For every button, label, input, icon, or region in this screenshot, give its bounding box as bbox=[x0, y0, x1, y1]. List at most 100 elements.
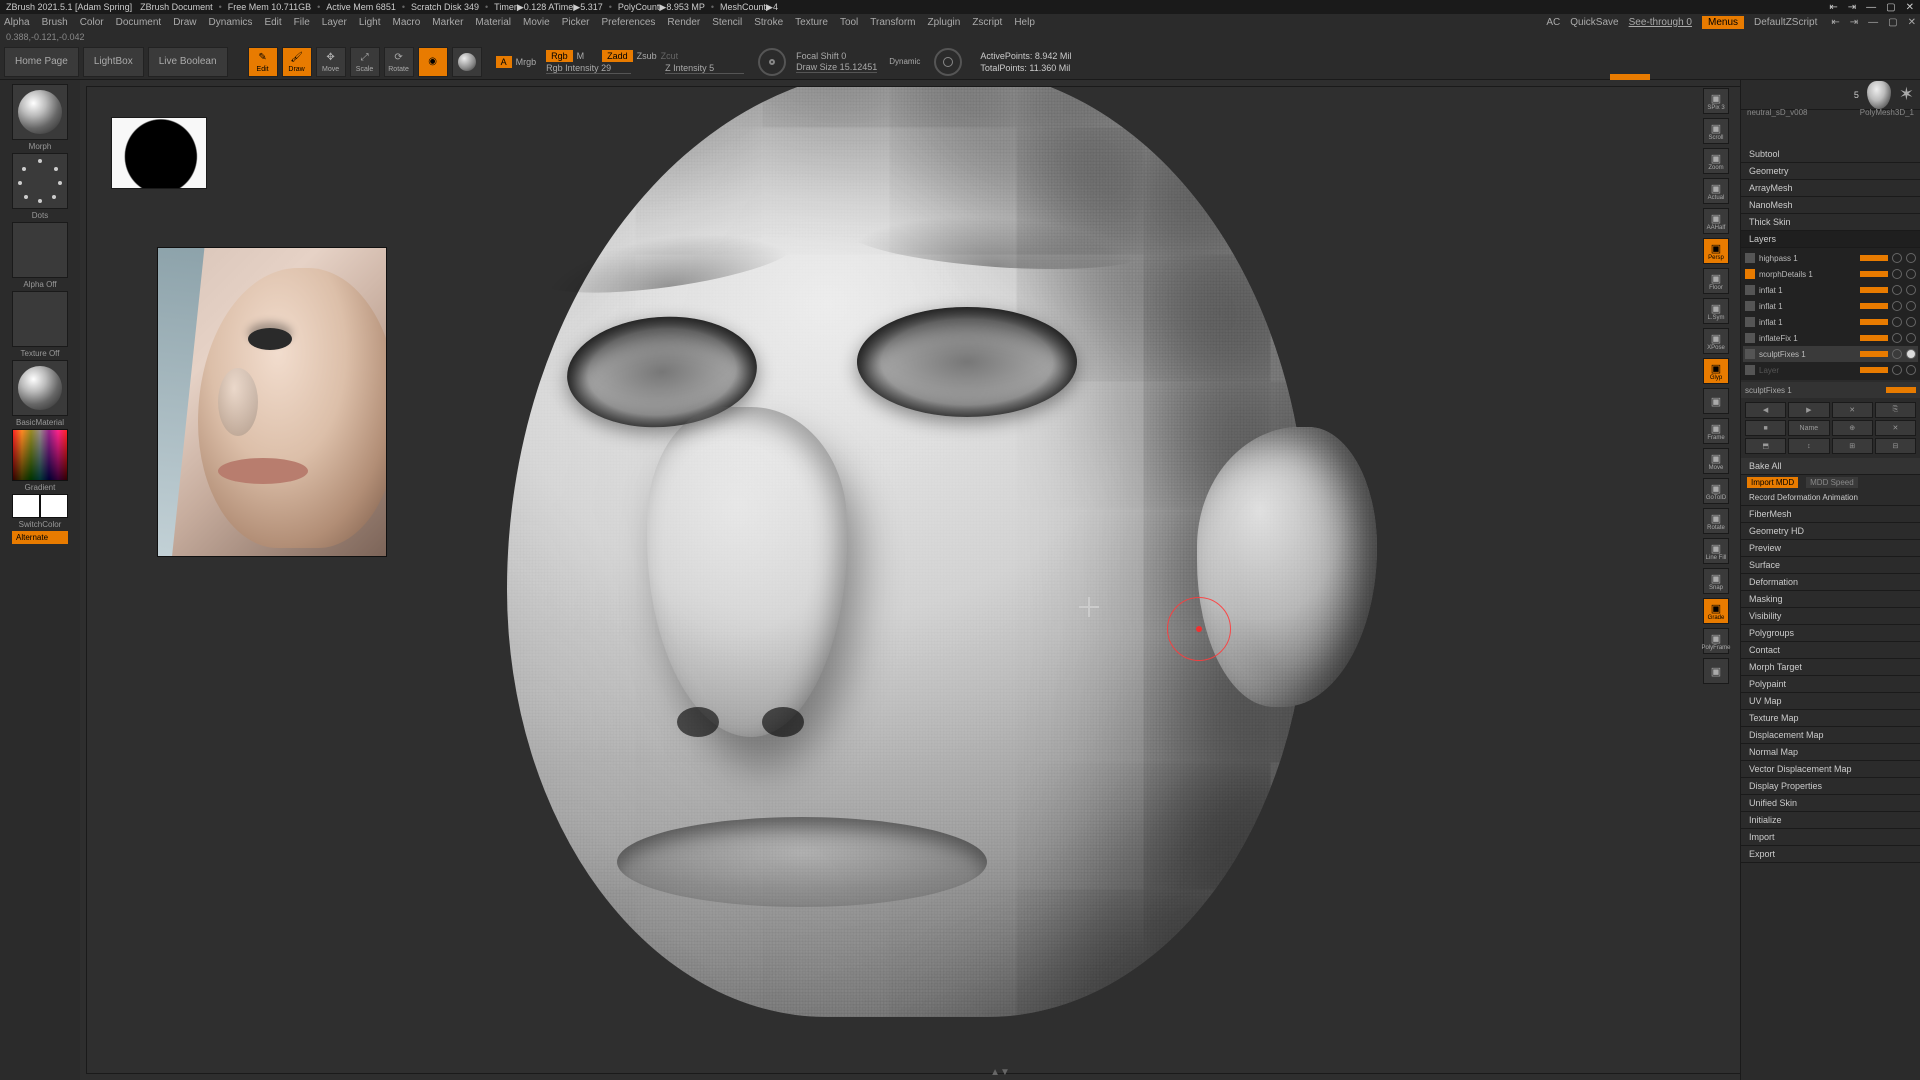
sculptris-button[interactable] bbox=[452, 47, 482, 77]
expand-bottom-icon[interactable]: ▲▼ bbox=[990, 1067, 1010, 1078]
star-icon[interactable]: ✶ bbox=[1899, 84, 1914, 105]
dock-left-icon[interactable]: ⇤ bbox=[1831, 17, 1839, 28]
draw-mode-button[interactable]: 🖌Draw bbox=[282, 47, 312, 77]
brush-slot[interactable] bbox=[12, 84, 68, 140]
tool-name-1[interactable]: neutral_sD_v008 bbox=[1747, 108, 1807, 117]
import-mdd-button[interactable]: Import MDD bbox=[1747, 477, 1798, 488]
dock-floor[interactable]: ▣Floor bbox=[1703, 268, 1729, 294]
layer-tool-button[interactable]: ⊕ bbox=[1832, 420, 1873, 436]
menu-stroke[interactable]: Stroke bbox=[754, 17, 783, 28]
viewport[interactable] bbox=[86, 86, 1914, 1074]
section-vector-displacement-map[interactable]: Vector Displacement Map bbox=[1741, 761, 1920, 778]
maximize-icon[interactable]: ▢ bbox=[1886, 2, 1895, 13]
section-normal-map[interactable]: Normal Map bbox=[1741, 744, 1920, 761]
dynamic-toggle[interactable]: Dynamic bbox=[889, 57, 920, 66]
menu-draw[interactable]: Draw bbox=[173, 17, 196, 28]
eye-icon[interactable] bbox=[1892, 269, 1902, 279]
record-icon[interactable] bbox=[1906, 301, 1916, 311]
layer-slider[interactable] bbox=[1860, 351, 1888, 357]
eye-icon[interactable] bbox=[1892, 317, 1902, 327]
color-picker[interactable] bbox=[12, 429, 68, 481]
layer-slider[interactable] bbox=[1860, 255, 1888, 261]
edit-mode-button[interactable]: ✎Edit bbox=[248, 47, 278, 77]
draw-size-slider[interactable]: Draw Size 15.12451 bbox=[796, 62, 877, 73]
dock-polyframe[interactable]: ▣PolyFrame bbox=[1703, 628, 1729, 654]
dock-line-fill[interactable]: ▣Line Fill bbox=[1703, 538, 1729, 564]
record-icon[interactable] bbox=[1906, 333, 1916, 343]
layer-slider[interactable] bbox=[1860, 271, 1888, 277]
close-icon[interactable]: ✕ bbox=[1906, 2, 1914, 13]
section-surface[interactable]: Surface bbox=[1741, 557, 1920, 574]
section-arraymesh[interactable]: ArrayMesh bbox=[1741, 180, 1920, 197]
menu-tool[interactable]: Tool bbox=[840, 17, 858, 28]
section-export[interactable]: Export bbox=[1741, 846, 1920, 863]
eye-icon[interactable] bbox=[1892, 333, 1902, 343]
dock-grade[interactable]: ▣Grade bbox=[1703, 598, 1729, 624]
record-icon[interactable] bbox=[1906, 317, 1916, 327]
layer-tool-button[interactable]: ▶ bbox=[1788, 402, 1829, 418]
move-mode-button[interactable]: ✥Move bbox=[316, 47, 346, 77]
gizmo-button[interactable]: ◉ bbox=[418, 47, 448, 77]
menu-document[interactable]: Document bbox=[116, 17, 162, 28]
secondary-color-swatch[interactable] bbox=[40, 494, 68, 518]
dock-l-sym[interactable]: ▣L.Sym bbox=[1703, 298, 1729, 324]
menu-stencil[interactable]: Stencil bbox=[712, 17, 742, 28]
zadd-toggle[interactable]: Zadd bbox=[602, 50, 633, 62]
main-color-swatch[interactable] bbox=[12, 494, 40, 518]
section-polygroups[interactable]: Polygroups bbox=[1741, 625, 1920, 642]
menu-marker[interactable]: Marker bbox=[432, 17, 463, 28]
dock-right-icon[interactable]: ⇥ bbox=[1850, 17, 1858, 28]
layer-tool-button[interactable]: ✕ bbox=[1875, 420, 1916, 436]
dock-xpose[interactable]: ▣XPose bbox=[1703, 328, 1729, 354]
layer-row[interactable]: morphDetails 1 bbox=[1743, 266, 1918, 282]
minimize-icon[interactable]: — bbox=[1866, 2, 1876, 13]
layer-row[interactable]: inflat 1 bbox=[1743, 298, 1918, 314]
material-slot[interactable] bbox=[12, 360, 68, 416]
menu-color[interactable]: Color bbox=[80, 17, 104, 28]
rgb-toggle[interactable]: Rgb bbox=[546, 50, 573, 62]
section-initialize[interactable]: Initialize bbox=[1741, 812, 1920, 829]
switchcolor-label[interactable]: SwitchColor bbox=[19, 520, 62, 529]
menu-seethrough[interactable]: See-through 0 bbox=[1629, 17, 1692, 28]
dock-actual[interactable]: ▣Actual bbox=[1703, 178, 1729, 204]
record-deformation-button[interactable]: Record Deformation Animation bbox=[1741, 490, 1920, 506]
dock-btn[interactable]: ▣ bbox=[1703, 388, 1729, 414]
section-preview[interactable]: Preview bbox=[1741, 540, 1920, 557]
menu-quicksave[interactable]: QuickSave bbox=[1570, 17, 1618, 28]
section-import[interactable]: Import bbox=[1741, 829, 1920, 846]
document-thumbnail[interactable] bbox=[111, 117, 207, 189]
dock-scroll[interactable]: ▣Scroll bbox=[1703, 118, 1729, 144]
a-toggle[interactable]: A bbox=[496, 56, 512, 68]
minimize-icon[interactable]: — bbox=[1868, 17, 1878, 28]
eye-icon[interactable] bbox=[1892, 285, 1902, 295]
record-icon[interactable] bbox=[1906, 269, 1916, 279]
alternate-button[interactable]: Alternate bbox=[12, 531, 68, 544]
section-nanomesh[interactable]: NanoMesh bbox=[1741, 197, 1920, 214]
rgb-intensity-slider[interactable]: Rgb Intensity 29 bbox=[546, 63, 631, 74]
dock-rotate[interactable]: ▣Rotate bbox=[1703, 508, 1729, 534]
section-displacement-map[interactable]: Displacement Map bbox=[1741, 727, 1920, 744]
alpha-slot[interactable] bbox=[12, 222, 68, 278]
layer-tool-button[interactable]: ⊞ bbox=[1832, 438, 1873, 454]
dock-gotoid[interactable]: ▣GoToID bbox=[1703, 478, 1729, 504]
eye-icon[interactable] bbox=[1892, 301, 1902, 311]
focal-shift-widget[interactable] bbox=[758, 48, 786, 76]
tool-thumbnail[interactable] bbox=[1867, 81, 1891, 109]
focal-shift-slider[interactable]: Focal Shift 0 bbox=[796, 51, 877, 61]
layer-row[interactable]: highpass 1 bbox=[1743, 250, 1918, 266]
menu-file[interactable]: File bbox=[294, 17, 310, 28]
layer-tool-button[interactable]: ■ bbox=[1745, 420, 1786, 436]
record-icon[interactable] bbox=[1906, 365, 1916, 375]
layer-tool-button[interactable]: ✕ bbox=[1832, 402, 1873, 418]
section-texture-map[interactable]: Texture Map bbox=[1741, 710, 1920, 727]
section-visibility[interactable]: Visibility bbox=[1741, 608, 1920, 625]
menu-alpha[interactable]: Alpha bbox=[4, 17, 30, 28]
section-uv-map[interactable]: UV Map bbox=[1741, 693, 1920, 710]
dock-zoom[interactable]: ▣Zoom bbox=[1703, 148, 1729, 174]
m-toggle[interactable]: M bbox=[577, 51, 585, 61]
live-boolean-button[interactable]: Live Boolean bbox=[148, 47, 228, 77]
sculpt-mesh[interactable] bbox=[467, 86, 1367, 1027]
menu-picker[interactable]: Picker bbox=[562, 17, 590, 28]
section-masking[interactable]: Masking bbox=[1741, 591, 1920, 608]
layer-intensity-slider[interactable] bbox=[1886, 387, 1916, 393]
